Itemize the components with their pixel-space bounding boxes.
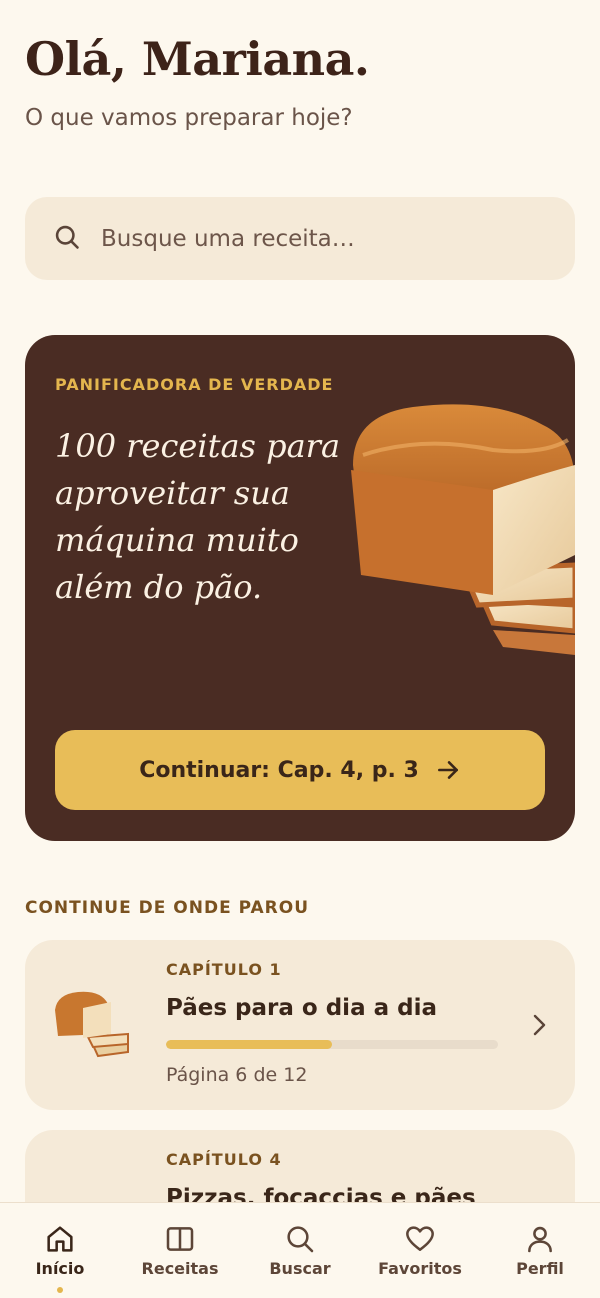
- tab-buscar[interactable]: Buscar: [240, 1203, 360, 1298]
- featured-book-card[interactable]: PANIFICADORA DE VERDADE 100 receitas par…: [25, 335, 575, 841]
- continue-reading-label: Continuar: Cap. 4, p. 3: [139, 757, 419, 783]
- greeting-subtitle: O que vamos preparar hoje?: [25, 105, 353, 131]
- tab-inicio[interactable]: Início: [0, 1203, 120, 1298]
- tab-label: Buscar: [269, 1259, 331, 1278]
- tab-label: Início: [35, 1259, 85, 1278]
- heart-icon: [406, 1226, 434, 1251]
- chapter-eyebrow: CAPÍTULO 1: [166, 960, 282, 979]
- chapter-eyebrow: CAPÍTULO 4: [166, 1150, 282, 1169]
- tab-label: Favoritos: [378, 1259, 462, 1278]
- bread-thumbnail-image: [55, 991, 129, 1058]
- tab-perfil[interactable]: Perfil: [480, 1203, 600, 1298]
- tab-label: Receitas: [141, 1259, 219, 1278]
- chapter-page-label: Página 6 de 12: [166, 1064, 308, 1086]
- greeting-title: Olá, Mariana.: [25, 32, 370, 86]
- arrow-right-icon: [437, 761, 458, 779]
- chapter-progress-bar: [166, 1040, 498, 1049]
- user-icon: [528, 1226, 552, 1253]
- chevron-right-icon: [533, 1014, 546, 1036]
- tab-receitas[interactable]: Receitas: [120, 1203, 240, 1298]
- bread-loaf-image: [351, 404, 575, 655]
- tab-favoritos[interactable]: Favoritos: [360, 1203, 480, 1298]
- continue-section-title: CONTINUE DE ONDE PAROU: [25, 898, 310, 918]
- continue-reading-button[interactable]: Continuar: Cap. 4, p. 3: [55, 730, 545, 810]
- bottom-tab-bar: Início Receitas Buscar Favoritos Perfil: [0, 1202, 600, 1298]
- tab-label: Perfil: [516, 1259, 564, 1278]
- search-icon: [287, 1226, 314, 1253]
- chapter-card[interactable]: CAPÍTULO 1 Pães para o dia a dia Página …: [25, 940, 575, 1110]
- featured-eyebrow: PANIFICADORA DE VERDADE: [55, 375, 334, 394]
- search-icon: [53, 223, 81, 255]
- chapter-title: Pães para o dia a dia: [166, 995, 437, 1021]
- featured-title: 100 receitas para aproveitar sua máquina…: [55, 427, 341, 606]
- search-bar[interactable]: [25, 197, 575, 280]
- book-icon: [166, 1227, 194, 1251]
- active-tab-indicator: [57, 1287, 63, 1293]
- search-input[interactable]: [101, 225, 521, 252]
- home-icon: [47, 1226, 73, 1252]
- chapter-progress-fill: [166, 1040, 332, 1049]
